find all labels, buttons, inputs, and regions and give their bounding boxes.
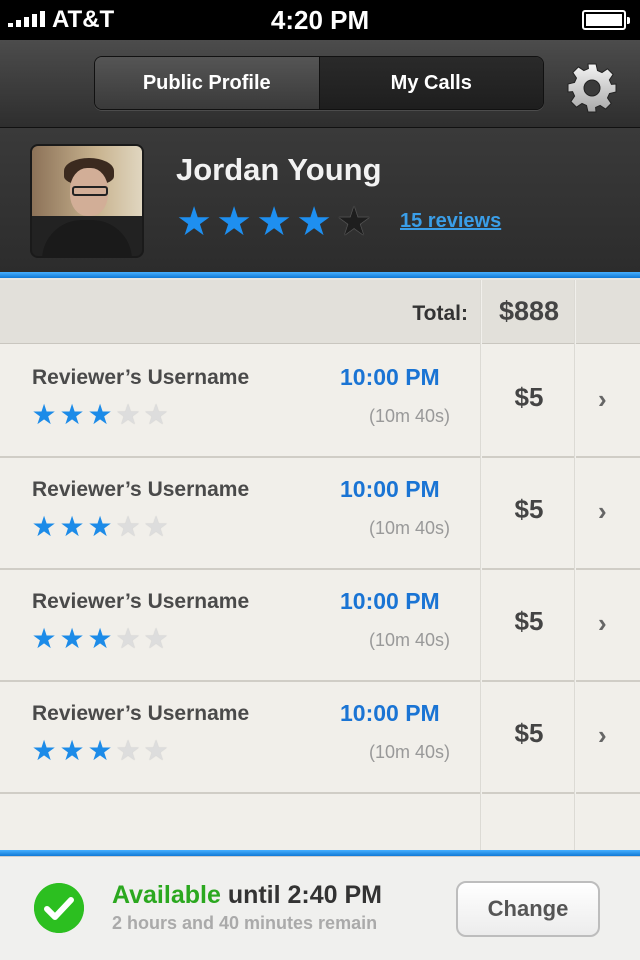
reviewer-username: Reviewer’s Username (32, 366, 250, 389)
star-icon: ★ (296, 200, 332, 244)
star-icon: ★ (176, 200, 212, 244)
call-duration: (10m 40s) (368, 630, 450, 650)
call-price: $5 (514, 494, 544, 524)
segmented-control: Public Profile My Calls (94, 56, 544, 110)
reviewer-rating-stars: ★ ★ ★ ★ ★ (31, 399, 169, 430)
chevron-right-icon[interactable]: › (598, 720, 607, 751)
availability-status: Available until 2:40 PM (112, 881, 382, 910)
call-price: $5 (514, 718, 544, 748)
avatar (30, 144, 144, 258)
call-time: 10:00 PM (340, 588, 440, 614)
star-icon: ★ (336, 200, 372, 244)
chevron-right-icon[interactable]: › (598, 608, 607, 639)
nav-bar: Public Profile My Calls (0, 40, 640, 128)
tab-my-calls[interactable]: My Calls (319, 57, 543, 109)
availability-bar: Available until 2:40 PM 2 hours and 40 m… (0, 856, 640, 960)
call-time: 10:00 PM (340, 700, 440, 726)
chevron-right-icon[interactable]: › (598, 496, 607, 527)
call-duration: (10m 40s) (368, 742, 450, 762)
reviewer-rating-stars: ★ ★ ★ ★ ★ (31, 623, 169, 654)
call-duration: (10m 40s) (368, 406, 450, 426)
call-price: $5 (514, 382, 544, 412)
call-row[interactable]: Reviewer’s Username 10:00 PM ★ ★ ★ ★ ★ (10m … (0, 346, 640, 458)
availability-until: until 2:40 PM (227, 881, 382, 909)
call-time: 10:00 PM (340, 364, 440, 390)
call-row[interactable]: Reviewer’s Username 10:00 PM ★ ★ ★ ★ ★ (10m … (0, 570, 640, 682)
status-bar: AT&T 4:20 PM (0, 0, 640, 40)
calls-table: Total: $888 Reviewer’s Username 10:00 PM… (0, 280, 640, 852)
star-icon: ★ (216, 200, 252, 244)
call-price: $5 (514, 606, 544, 636)
checkmark-icon (34, 883, 84, 933)
call-row[interactable]: Reviewer’s Username 10:00 PM ★ ★ ★ ★ ★ (10m … (0, 682, 640, 794)
divider (0, 272, 640, 278)
gear-icon[interactable] (566, 62, 618, 114)
column-divider (480, 280, 482, 852)
call-time: 10:00 PM (340, 476, 440, 502)
call-duration: (10m 40s) (368, 518, 450, 538)
tab-public-profile[interactable]: Public Profile (95, 57, 320, 109)
chevron-right-icon[interactable]: › (598, 384, 607, 415)
battery-icon (582, 10, 630, 30)
star-icon: ★ (256, 200, 292, 244)
reviewer-username: Reviewer’s Username (32, 478, 250, 501)
change-button[interactable]: Change (456, 881, 600, 937)
reviewer-rating-stars: ★ ★ ★ ★ ★ (31, 735, 169, 766)
profile-header: Jordan Young ★ ★ ★ ★ ★ 15 reviews (0, 128, 640, 274)
status-time: 4:20 PM (270, 5, 370, 35)
total-value: $888 (498, 296, 560, 326)
total-row: Total: $888 (0, 280, 640, 344)
profile-rating-stars: ★ ★ ★ ★ ★ (174, 202, 374, 242)
reviewer-username: Reviewer’s Username (32, 590, 250, 613)
call-row[interactable]: Reviewer’s Username 10:00 PM ★ ★ ★ ★ ★ (10m … (0, 458, 640, 570)
availability-label: Available (112, 881, 221, 909)
profile-name: Jordan Young (176, 152, 382, 187)
time-remaining: 2 hours and 40 minutes remain (112, 913, 378, 933)
column-divider (574, 280, 576, 852)
reviews-link[interactable]: 15 reviews (400, 210, 501, 233)
reviewer-username: Reviewer’s Username (32, 702, 250, 725)
reviewer-rating-stars: ★ ★ ★ ★ ★ (31, 511, 169, 542)
total-label: Total: (412, 302, 468, 325)
